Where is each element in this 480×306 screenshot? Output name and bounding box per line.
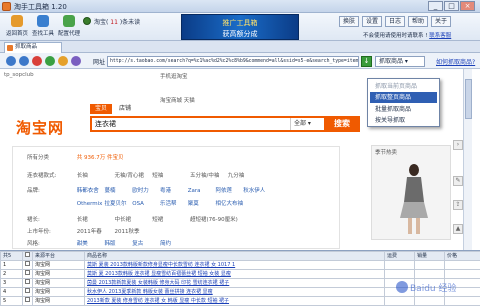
edit-icon[interactable]: ✎ [453, 176, 463, 186]
table-header: 共5 来源平台 商品名称 运费 销量 价格 [1, 252, 480, 261]
minimize-button[interactable]: _ [428, 1, 443, 11]
tab-items[interactable]: 宝贝 [90, 104, 112, 114]
scrollbar-thumb[interactable] [465, 79, 472, 119]
capture-menu: 抓取当前页商品 抓取整页商品 批量抓取商品 按关导抓取 [367, 78, 440, 127]
back-icon[interactable] [6, 56, 16, 66]
svg-text:Baidu 经验: Baidu 经验 [410, 282, 456, 294]
promo-banner[interactable]: 推广工具箱 获高额分成 [181, 14, 299, 40]
refresh-icon[interactable] [45, 56, 55, 66]
user-status[interactable]: 淘宝( 11 )条未读 [94, 17, 140, 26]
about-button[interactable]: 关于 [431, 16, 451, 27]
taobao-search-button[interactable]: 搜索 [324, 116, 360, 132]
stop-icon[interactable] [32, 56, 42, 66]
site-crumb[interactable]: tp_sopclub [4, 72, 34, 78]
url-input[interactable]: http://s.taobao.com/search?q=%c1%ac%d2%c… [107, 56, 359, 67]
vertical-scrollbar[interactable] [463, 69, 472, 250]
user-avatar [83, 17, 91, 25]
go-button[interactable]: ↓ [361, 56, 372, 67]
filter-row-brand-more: Othermix 拉夏贝尔 OSA 乐活帮 聚莫 相亿大布袖 [27, 199, 242, 207]
help-button[interactable]: 帮助 [408, 16, 428, 27]
filter-row-year: 上市年份: 2011年春 2011秋季 [27, 227, 151, 235]
col-source[interactable]: 来源平台 [33, 252, 85, 261]
menu-item-capture-current[interactable]: 抓取当前页商品 [370, 81, 437, 92]
log-button[interactable]: 日志 [385, 16, 405, 27]
filter-row-style: 连衣裙款式: 长袖 无袖/背心裙 短袖 五分袖/中袖 九分袖 [27, 171, 264, 179]
menu-item-capture-page[interactable]: 抓取整页商品 [370, 92, 437, 103]
find-tool-button[interactable]: 查找工具 [30, 15, 56, 39]
share-icon[interactable]: ⇪ [453, 200, 463, 210]
row-checkbox[interactable] [25, 261, 30, 266]
col-name[interactable]: 商品名称 [85, 252, 385, 261]
promo-panel[interactable]: 季节热卖 [371, 145, 451, 240]
col-index[interactable]: 共5 [1, 252, 23, 261]
taobao-logo[interactable]: 淘宝网 [16, 117, 64, 138]
filter-row-length: 裙长: 长裙 中长裙 短裙 超短裙(76-90厘米) [27, 215, 226, 223]
proxy-button[interactable]: 配置代理 [56, 15, 82, 39]
forward-icon[interactable] [19, 56, 29, 66]
filter-row-brand: 品牌: 韩都衣舍 蔓楠 欧时力 粤港 Zara 阿依莲 秋水伊人 [27, 186, 269, 194]
col-price[interactable]: 价格 [445, 252, 480, 261]
side-toolbar: › ✎ ⇪ ▲ [452, 140, 463, 250]
category-select[interactable]: 全部 ▾ [290, 118, 324, 130]
model-image [394, 162, 434, 236]
tab-shops[interactable]: 店铺 [114, 104, 136, 114]
mobile-taobao-link[interactable]: 手机逛淘宝 [160, 72, 188, 80]
tab-icon [7, 45, 13, 51]
help-note: 不会使用请使用时请联系 ! 联系客服 [363, 31, 451, 39]
app-icon [2, 2, 11, 11]
home-nav-icon[interactable] [58, 56, 68, 66]
result-summary: 所有分类 共 936.7万 件宝贝 [27, 153, 124, 161]
search-tool-icon [37, 15, 49, 27]
select-all-checkbox[interactable] [25, 252, 30, 257]
menu-item-batch-capture[interactable]: 批量抓取商品 [370, 104, 437, 115]
menu-item-keyword-capture[interactable]: 按关导抓取 [370, 115, 437, 126]
home-icon [11, 15, 23, 27]
col-shipping[interactable]: 运费 [385, 252, 415, 261]
filter-row-style-tags: 风格: 甜美 韩版 复古 简约 [27, 239, 186, 247]
how-to-capture-link[interactable]: 如何抓取商品? [436, 57, 475, 66]
top-icon[interactable]: ▲ [453, 224, 463, 234]
favorite-icon[interactable] [71, 56, 81, 66]
skin-button[interactable]: 换肤 [339, 16, 359, 27]
tab-bar: 抓取商品 [0, 41, 480, 53]
table-row[interactable]: 1 淘宝网莫斯 夏装 2013款韩版新款修身显瘦中长款雪纺 连衣裙 女 1017… [1, 261, 480, 270]
home-button[interactable]: 返回首页 [4, 15, 30, 39]
site-links[interactable]: 淘宝商城 天猫 [160, 96, 195, 104]
col-check[interactable] [23, 252, 33, 261]
settings-button[interactable]: 设置 [362, 16, 382, 27]
filter-panel: 所有分类 共 936.7万 件宝贝 连衣裙款式: 长袖 无袖/背心裙 短袖 五分… [12, 146, 340, 249]
col-sales[interactable]: 销量 [415, 252, 445, 261]
baidu-watermark: Baidu 经验 [394, 277, 472, 297]
url-label: 网址 [93, 57, 105, 66]
proxy-icon [63, 15, 75, 27]
tab-capture[interactable]: 抓取商品 [4, 42, 62, 53]
row-checkbox[interactable] [25, 270, 30, 275]
row-checkbox[interactable] [25, 279, 30, 284]
maximize-button[interactable]: □ [444, 1, 459, 11]
window-title: 淘手工具箱 1.20 [14, 2, 67, 12]
contact-service-link[interactable]: 联系客服 [429, 33, 451, 39]
table-row[interactable]: 5 淘宝网2013新款 夏装 修身雪纺 连衣裙 女 韩版 显瘦 中长款 短袖 裙… [1, 297, 480, 306]
close-button[interactable]: × [460, 1, 475, 11]
capture-dropdown[interactable]: 抓取商品 ▾ [375, 56, 425, 67]
chevron-right-icon[interactable]: › [453, 140, 463, 150]
title-bar: 淘手工具箱 1.20 _ □ × [0, 0, 480, 13]
row-checkbox[interactable] [25, 288, 30, 293]
